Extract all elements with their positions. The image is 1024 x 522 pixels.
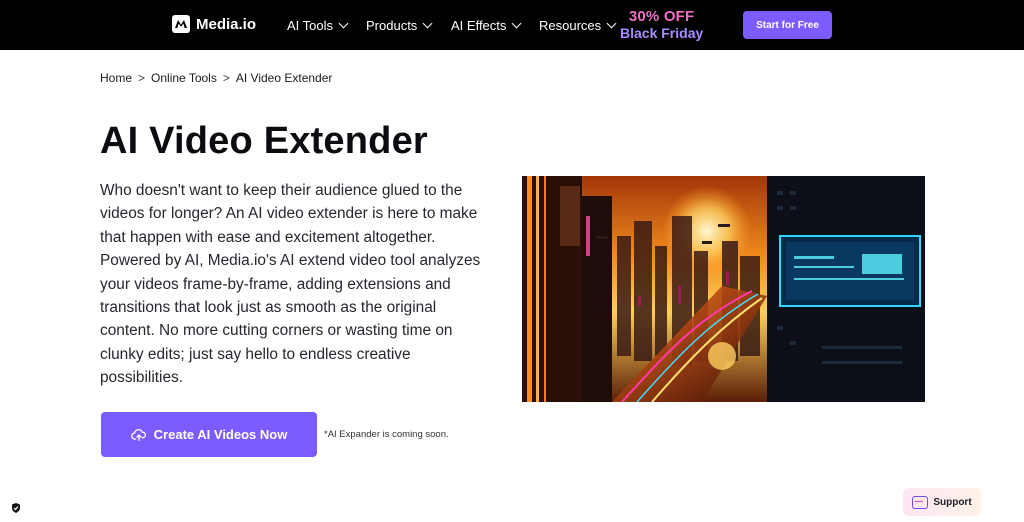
shield-icon bbox=[12, 503, 20, 513]
top-nav: Media.io AI Tools Products AI Effects Re… bbox=[0, 0, 1024, 50]
nav-item-ai-effects[interactable]: AI Effects bbox=[451, 18, 522, 33]
brand-logo[interactable]: Media.io bbox=[172, 15, 256, 33]
logo-icon bbox=[172, 15, 190, 33]
breadcrumb-online-tools[interactable]: Online Tools bbox=[151, 71, 217, 85]
hero-video-preview bbox=[522, 176, 925, 402]
page-description: Who doesn't want to keep their audience … bbox=[100, 182, 481, 387]
support-label: Support bbox=[933, 496, 972, 508]
nav-item-label: Resources bbox=[539, 18, 602, 33]
cta-label: Create AI Videos Now bbox=[153, 427, 288, 442]
promo-discount: 30% OFF bbox=[628, 8, 695, 25]
futuristic-city-illustration bbox=[522, 176, 925, 402]
page-title: AI Video Extender bbox=[100, 120, 428, 162]
breadcrumb-current: AI Video Extender bbox=[235, 71, 333, 85]
breadcrumb-separator: > bbox=[138, 71, 146, 85]
chat-icon bbox=[912, 495, 929, 509]
brand-name: Media.io bbox=[196, 15, 257, 33]
breadcrumb-home[interactable]: Home bbox=[100, 71, 132, 85]
support-button[interactable]: Support bbox=[903, 488, 981, 516]
chevron-down-icon bbox=[338, 18, 349, 29]
black-friday-promo[interactable]: 30% OFF Black Friday bbox=[620, 8, 704, 42]
start-for-free-button[interactable]: Start for Free bbox=[743, 11, 832, 39]
chevron-down-icon bbox=[422, 18, 433, 29]
coming-soon-note: *AI Expander is coming soon. bbox=[324, 429, 449, 440]
nav-item-resources[interactable]: Resources bbox=[539, 18, 617, 33]
breadcrumb: Home > Online Tools > AI Video Extender bbox=[100, 71, 332, 85]
nav-item-label: Products bbox=[366, 18, 418, 33]
promo-event: Black Friday bbox=[620, 25, 704, 41]
nav-item-label: AI Tools bbox=[287, 18, 334, 33]
nav-item-label: AI Effects bbox=[451, 18, 507, 33]
breadcrumb-separator: > bbox=[222, 71, 230, 85]
chevron-down-icon bbox=[606, 18, 617, 29]
nav-item-products[interactable]: Products bbox=[366, 18, 433, 33]
create-ai-videos-button[interactable]: Create AI Videos Now bbox=[101, 412, 317, 457]
shield-check-icon[interactable] bbox=[9, 501, 23, 515]
chevron-down-icon bbox=[511, 18, 522, 29]
cloud-upload-icon bbox=[130, 428, 146, 441]
nav-item-ai-tools[interactable]: AI Tools bbox=[287, 18, 349, 33]
